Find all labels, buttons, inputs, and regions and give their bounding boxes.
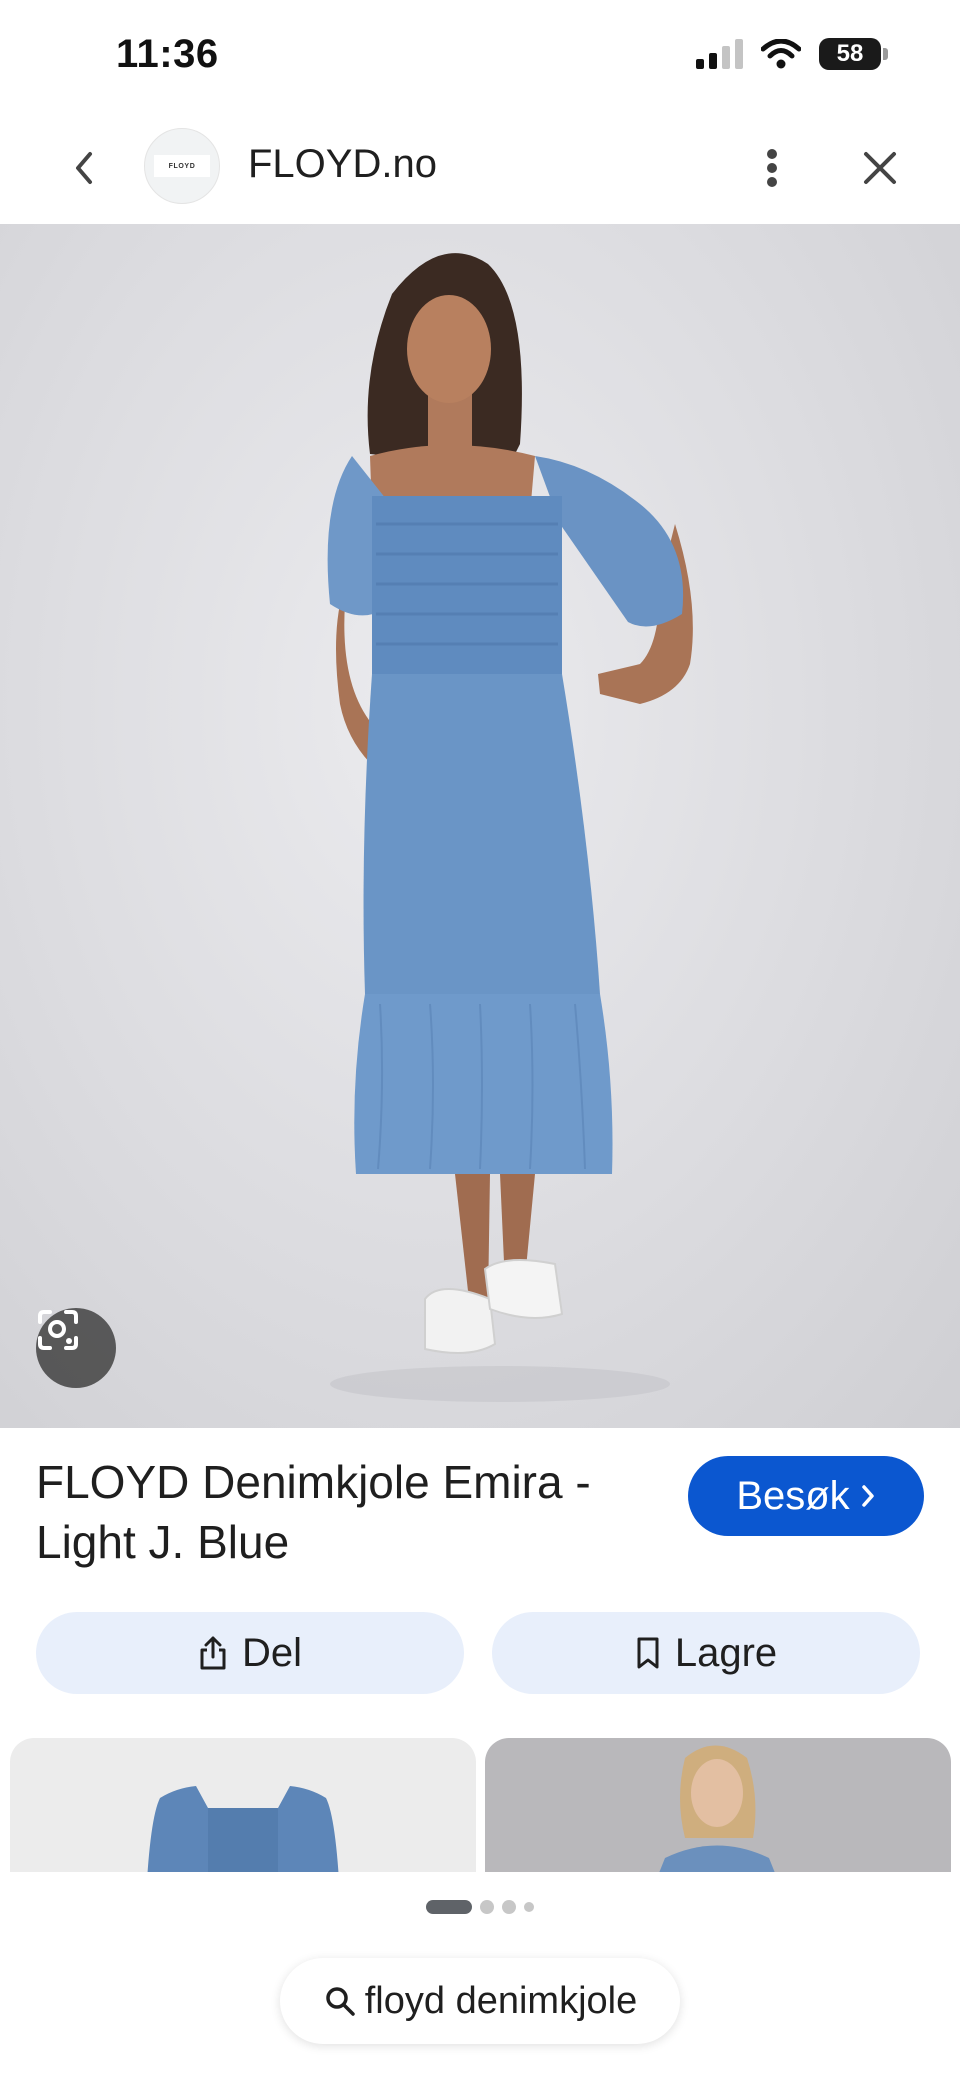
site-favicon: FLOYD xyxy=(144,128,220,204)
visit-label: Besøk xyxy=(736,1473,850,1518)
search-query-pill[interactable]: floyd denimkjole xyxy=(280,1958,680,2044)
model-in-dress-illustration xyxy=(327,253,693,1402)
google-lens-icon xyxy=(38,1310,78,1350)
status-bar: 11:36 58 xyxy=(0,0,960,112)
bookmark-icon xyxy=(637,1637,659,1669)
share-icon xyxy=(200,1636,226,1670)
bottom-bar: floyd denimkjole xyxy=(0,1872,960,2077)
more-options-button[interactable] xyxy=(744,140,800,196)
more-vertical-icon xyxy=(767,149,777,187)
chevron-right-icon xyxy=(861,1485,874,1507)
carousel-page-indicator xyxy=(0,1900,960,1914)
back-button[interactable] xyxy=(56,140,112,196)
share-label: Del xyxy=(241,1630,303,1675)
close-icon xyxy=(864,152,896,184)
share-button[interactable]: Del xyxy=(36,1612,464,1694)
status-time: 11:36 xyxy=(116,32,219,76)
chevron-left-icon xyxy=(76,152,92,184)
visual-search-button[interactable] xyxy=(36,1308,116,1388)
product-image[interactable] xyxy=(0,224,960,1428)
battery-icon: 58 xyxy=(819,38,888,70)
battery-level: 58 xyxy=(819,38,881,70)
page-dot xyxy=(524,1902,534,1912)
site-title[interactable]: FLOYD.no xyxy=(248,142,437,187)
page-dot xyxy=(480,1900,494,1914)
save-button[interactable]: Lagre xyxy=(492,1612,920,1694)
close-button[interactable] xyxy=(852,140,908,196)
page-dot xyxy=(502,1900,516,1914)
visit-button[interactable]: Besøk xyxy=(688,1456,924,1536)
site-logo-text: FLOYD xyxy=(154,155,210,177)
wifi-icon xyxy=(761,39,801,69)
image-viewer-page: 11:36 58 FLOYD FLOYD.no FLOYD Denimkjole… xyxy=(0,0,960,2077)
status-icons: 58 xyxy=(696,38,888,70)
save-label: Lagre xyxy=(674,1630,778,1675)
product-title[interactable]: FLOYD Denimkjole Emira - Light J. Blue xyxy=(36,1452,656,1572)
viewer-header: FLOYD FLOYD.no xyxy=(0,112,960,224)
search-query-text: floyd denimkjole xyxy=(364,1979,638,2022)
search-icon xyxy=(326,1987,355,2016)
page-dot-active xyxy=(426,1900,472,1914)
cellular-signal-icon xyxy=(696,39,743,69)
